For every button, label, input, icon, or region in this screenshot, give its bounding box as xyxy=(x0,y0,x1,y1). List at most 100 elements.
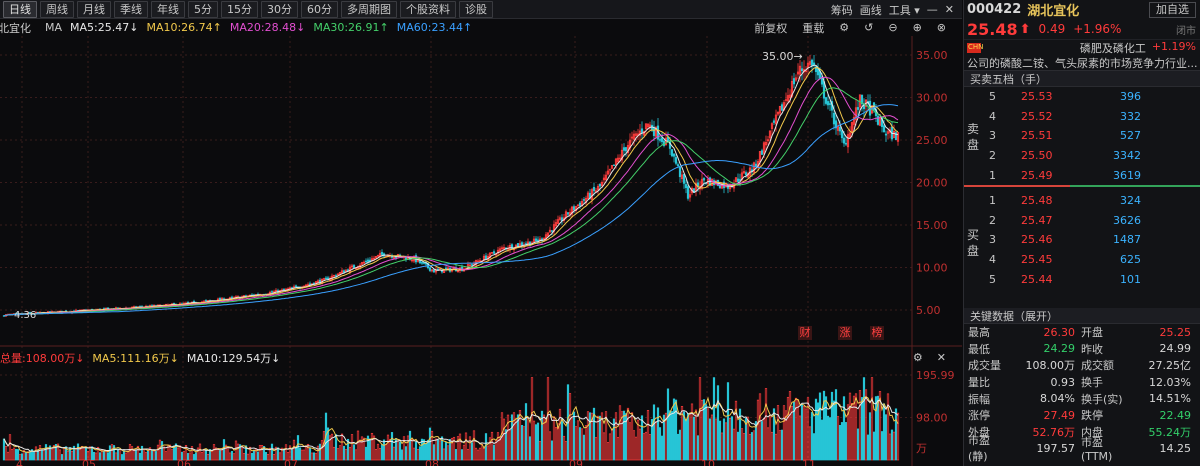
volume-bar xyxy=(794,397,798,461)
period-tab[interactable]: 15分 xyxy=(221,0,258,18)
volume-bar xyxy=(158,439,162,461)
candle-body xyxy=(366,259,370,262)
candlestick-chart[interactable]: 35.00 30.00 25.00 20.00 15.00 10.00 5.00 4 05 06 0… xyxy=(0,0,962,466)
candle-body xyxy=(556,219,560,224)
key-data-row: 涨停 27.49 跌停 22.49 xyxy=(964,407,1200,424)
zoom-in-icon[interactable]: ⊕ xyxy=(913,21,922,34)
candle-body xyxy=(312,282,316,285)
volume-bar xyxy=(122,450,126,461)
order-book-row[interactable]: 4 25.52 332 xyxy=(964,107,1200,127)
candle-body xyxy=(812,62,816,66)
candle-body xyxy=(90,309,94,311)
candle-body xyxy=(450,268,454,272)
reload-button[interactable]: 重载 xyxy=(802,20,824,36)
candle-body xyxy=(766,139,770,142)
candle-body xyxy=(836,125,840,131)
marker-limit-up[interactable]: 涨 xyxy=(838,326,852,340)
candle-body xyxy=(834,120,838,129)
forward-adjust-button[interactable]: 前复权 xyxy=(754,20,787,36)
industry-name[interactable]: 磷肥及磷化工 xyxy=(1080,40,1146,56)
volume-bar xyxy=(218,450,222,461)
month-tick: 05 xyxy=(82,458,96,466)
volume-bar xyxy=(808,426,812,461)
volume-bar xyxy=(352,444,356,461)
settings-icon[interactable]: ⚙ xyxy=(839,21,849,34)
candle-body xyxy=(350,265,354,268)
volume-bar xyxy=(846,404,850,461)
period-tab[interactable]: 周线 xyxy=(40,0,74,18)
close-chart-icon[interactable]: ⊗ xyxy=(937,21,946,34)
candle-body xyxy=(734,177,738,183)
marker-finance[interactable]: 财 xyxy=(798,326,812,340)
volume-bar xyxy=(632,430,636,461)
volume-bar xyxy=(630,412,634,461)
candle-body xyxy=(658,139,662,141)
order-book: 卖盘 5 25.53 396 4 25.52 332 3 25.51 527 2 25.50 3342… xyxy=(964,87,1200,289)
zoom-out-icon[interactable]: ⊖ xyxy=(888,21,897,34)
period-tab[interactable]: 60分 xyxy=(301,0,338,18)
volume-bar xyxy=(744,417,748,461)
close-icon[interactable]: ✕ xyxy=(945,3,954,16)
draw-line-button[interactable]: 画线 xyxy=(860,2,882,18)
settings-icon[interactable]: ⚙ xyxy=(913,351,923,364)
order-book-row[interactable]: 5 25.53 396 xyxy=(964,87,1200,107)
volume-bar xyxy=(864,389,868,461)
tab-diagnose[interactable]: 诊股 xyxy=(459,0,493,18)
candle-body xyxy=(170,303,174,305)
order-book-row[interactable]: 2 25.50 3342 xyxy=(964,146,1200,166)
period-tab[interactable]: 日线 xyxy=(3,0,37,18)
volume-bar xyxy=(564,441,568,461)
period-tab[interactable]: 季线 xyxy=(114,0,148,18)
order-book-row[interactable]: 1 25.48 324 xyxy=(964,191,1200,211)
company-description[interactable]: 公司的磷酸二铵、气头尿素的市场竞争力行业... xyxy=(964,55,1200,71)
candle-body xyxy=(286,288,290,291)
tools-button[interactable]: 工具 ▾ xyxy=(889,2,920,18)
candle-body xyxy=(396,254,400,258)
multi-period-dropdown[interactable]: 多周期图 xyxy=(341,0,397,18)
key-data-title[interactable]: 关键数据（展开） xyxy=(964,308,1200,324)
volume-bar xyxy=(704,404,708,461)
candle-body xyxy=(832,112,836,125)
tab-company-profile[interactable]: 个股资料 xyxy=(400,0,456,18)
order-book-row[interactable]: 4 25.45 625 xyxy=(964,250,1200,270)
minimize-icon[interactable]: — xyxy=(927,3,938,16)
candle-body xyxy=(362,261,366,264)
marker-rank[interactable]: 榜 xyxy=(870,326,884,340)
period-tab[interactable]: 年线 xyxy=(151,0,185,18)
volume-bar xyxy=(606,442,610,461)
candle-body xyxy=(564,211,568,218)
candle-body xyxy=(712,180,716,186)
volume-bar xyxy=(714,418,718,461)
candle-body xyxy=(708,177,712,186)
candle-body xyxy=(850,122,854,134)
period-tab[interactable]: 月线 xyxy=(77,0,111,18)
period-tab[interactable]: 30分 xyxy=(261,0,298,18)
volume-bar xyxy=(214,447,218,461)
candle-body xyxy=(142,306,146,309)
key-label: 最低 xyxy=(968,342,990,356)
candle-body xyxy=(402,256,406,258)
candle-body xyxy=(550,230,554,232)
industry-line[interactable]: CHN 磷肥及磷化工 +1.19% xyxy=(964,39,1200,55)
add-watchlist-button[interactable]: 加自选 xyxy=(1149,2,1196,18)
price-tick: 15.00 xyxy=(916,219,948,232)
candle-body xyxy=(830,101,834,111)
order-book-row[interactable]: 5 25.44 101 xyxy=(964,269,1200,289)
level-volume: 625 xyxy=(1120,253,1141,267)
chips-button[interactable]: 筹码 xyxy=(831,2,853,18)
order-book-row[interactable]: 1 25.49 3619 xyxy=(964,165,1200,185)
candle-body xyxy=(406,256,410,260)
candle-body xyxy=(382,253,386,257)
order-book-row[interactable]: 3 25.46 1487 xyxy=(964,230,1200,250)
close-icon[interactable]: ✕ xyxy=(937,351,946,364)
period-tab[interactable]: 5分 xyxy=(188,0,218,18)
key-label: 涨停 xyxy=(968,409,990,423)
volume-bar xyxy=(748,433,752,461)
order-book-row[interactable]: 3 25.51 527 xyxy=(964,126,1200,146)
order-book-row[interactable]: 2 25.47 3626 xyxy=(964,211,1200,231)
candle-body xyxy=(786,95,790,102)
candle-body xyxy=(616,157,620,163)
order-book-title[interactable]: 买卖五档（手） xyxy=(964,71,1200,87)
undo-icon[interactable]: ↺ xyxy=(864,21,873,34)
ma-label[interactable]: MA xyxy=(45,21,62,34)
